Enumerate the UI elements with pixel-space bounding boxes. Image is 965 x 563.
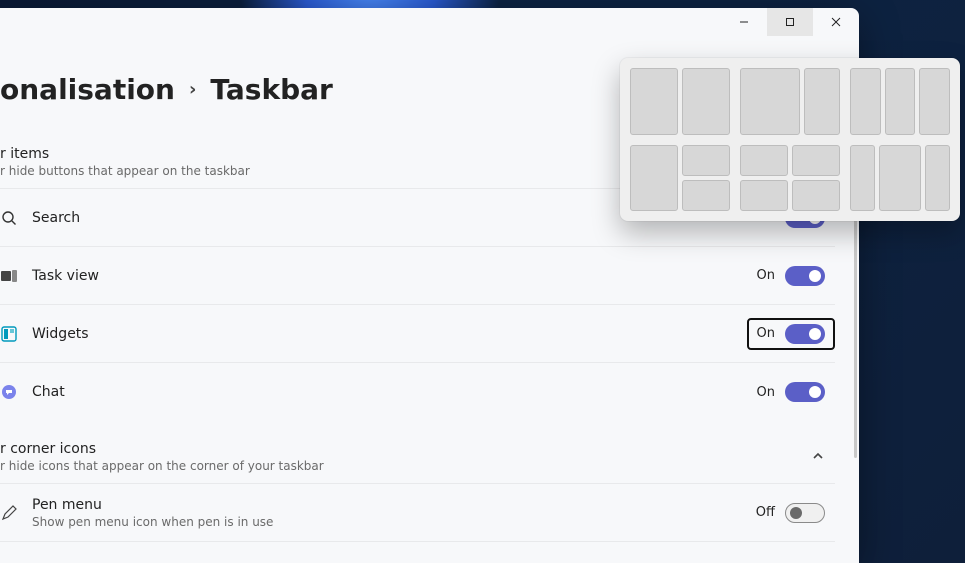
snap-layout-center-wide[interactable] [850,145,950,212]
row-chat: Chat On [0,363,835,421]
widgets-toggle-focus: On [747,318,835,350]
task-view-toggle[interactable] [785,266,825,286]
chevron-up-icon[interactable] [803,441,833,471]
row-subtitle: Show pen menu icon when pen is in use [32,515,746,529]
row-label: Widgets [32,326,747,342]
widgets-toggle[interactable] [785,324,825,344]
pen-icon [0,504,18,522]
section-subtitle: r hide icons that appear on the corner o… [0,459,803,473]
widgets-icon [0,325,18,343]
titlebar [721,8,859,48]
toggle-state-label: On [757,326,775,341]
close-button[interactable] [813,8,859,36]
page-title: Taskbar [210,73,332,106]
breadcrumb: onalisation › Taskbar [0,73,333,106]
toggle-state-label: On [757,385,775,400]
row-label: Chat [32,384,747,400]
search-icon [0,209,18,227]
snap-layout-quad[interactable] [740,145,840,212]
section-title: r corner icons [0,441,803,457]
row-task-view: Task view On [0,247,835,305]
row-pen-menu: Pen menu Show pen menu icon when pen is … [0,484,835,542]
snap-layout-split-two-thirds[interactable] [740,68,840,135]
snap-layout-split-thirds[interactable] [850,68,950,135]
chat-icon [0,383,18,401]
snap-layouts-flyout [620,58,960,221]
row-label: Task view [32,268,747,284]
breadcrumb-parent[interactable]: onalisation [0,73,175,106]
chat-toggle[interactable] [785,382,825,402]
snap-layout-left-half-right-stack[interactable] [630,145,730,212]
task-view-icon [0,267,18,285]
chevron-right-icon: › [189,79,196,100]
row-widgets: Widgets On [0,305,835,363]
pen-menu-toggle[interactable] [785,503,825,523]
section-corner-icons[interactable]: r corner icons r hide icons that appear … [0,433,835,484]
row-label: Pen menu [32,497,746,513]
minimize-button[interactable] [721,8,767,36]
toggle-state-label: Off [756,505,775,520]
snap-layout-split-half[interactable] [630,68,730,135]
maximize-button[interactable] [767,8,813,36]
toggle-state-label: On [757,268,775,283]
